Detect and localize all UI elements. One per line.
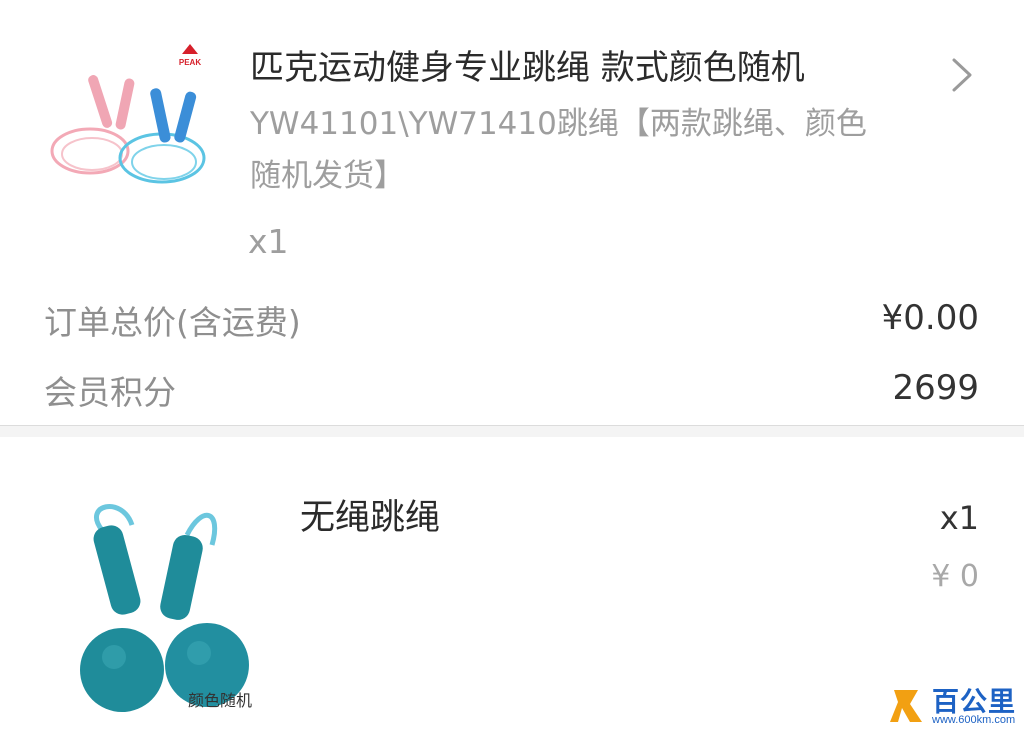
watermark-logo-icon [890,690,922,722]
product-title: 匹克运动健身专业跳绳 款式颜色随机 [250,48,805,88]
gift-item-price: ¥ 0 [931,559,979,594]
jump-rope-product-image: PEAK [50,44,206,184]
order-total-value: ¥0.00 [881,298,979,338]
product-quantity: x1 [248,222,289,261]
chevron-right-icon[interactable] [946,54,980,96]
order-total-label: 订单总价(含运费) [44,303,301,342]
order-item-card[interactable]: PEAK 匹克运动健身专业跳绳 款式颜色随机 YW41101\YW71410跳绳… [0,0,1024,425]
gift-item-quantity: x1 [939,499,979,537]
member-points-value: 2699 [892,368,979,408]
watermark-url: www.600km.com [932,714,1016,726]
gift-item-card[interactable]: 颜色随机 无绳跳绳 x1 ¥ 0 [0,437,1024,735]
peak-logo: PEAK [179,44,201,67]
svg-text:PEAK: PEAK [179,58,201,67]
member-points-label: 会员积分 [44,373,176,412]
watermark: 百公里 www.600km.com [880,680,1020,732]
gift-item-name: 无绳跳绳 [300,498,441,538]
product-spec: YW41101\YW71410跳绳【两款跳绳、颜色随机发货】 [250,106,867,194]
image-caption: 颜色随机 [188,691,253,710]
